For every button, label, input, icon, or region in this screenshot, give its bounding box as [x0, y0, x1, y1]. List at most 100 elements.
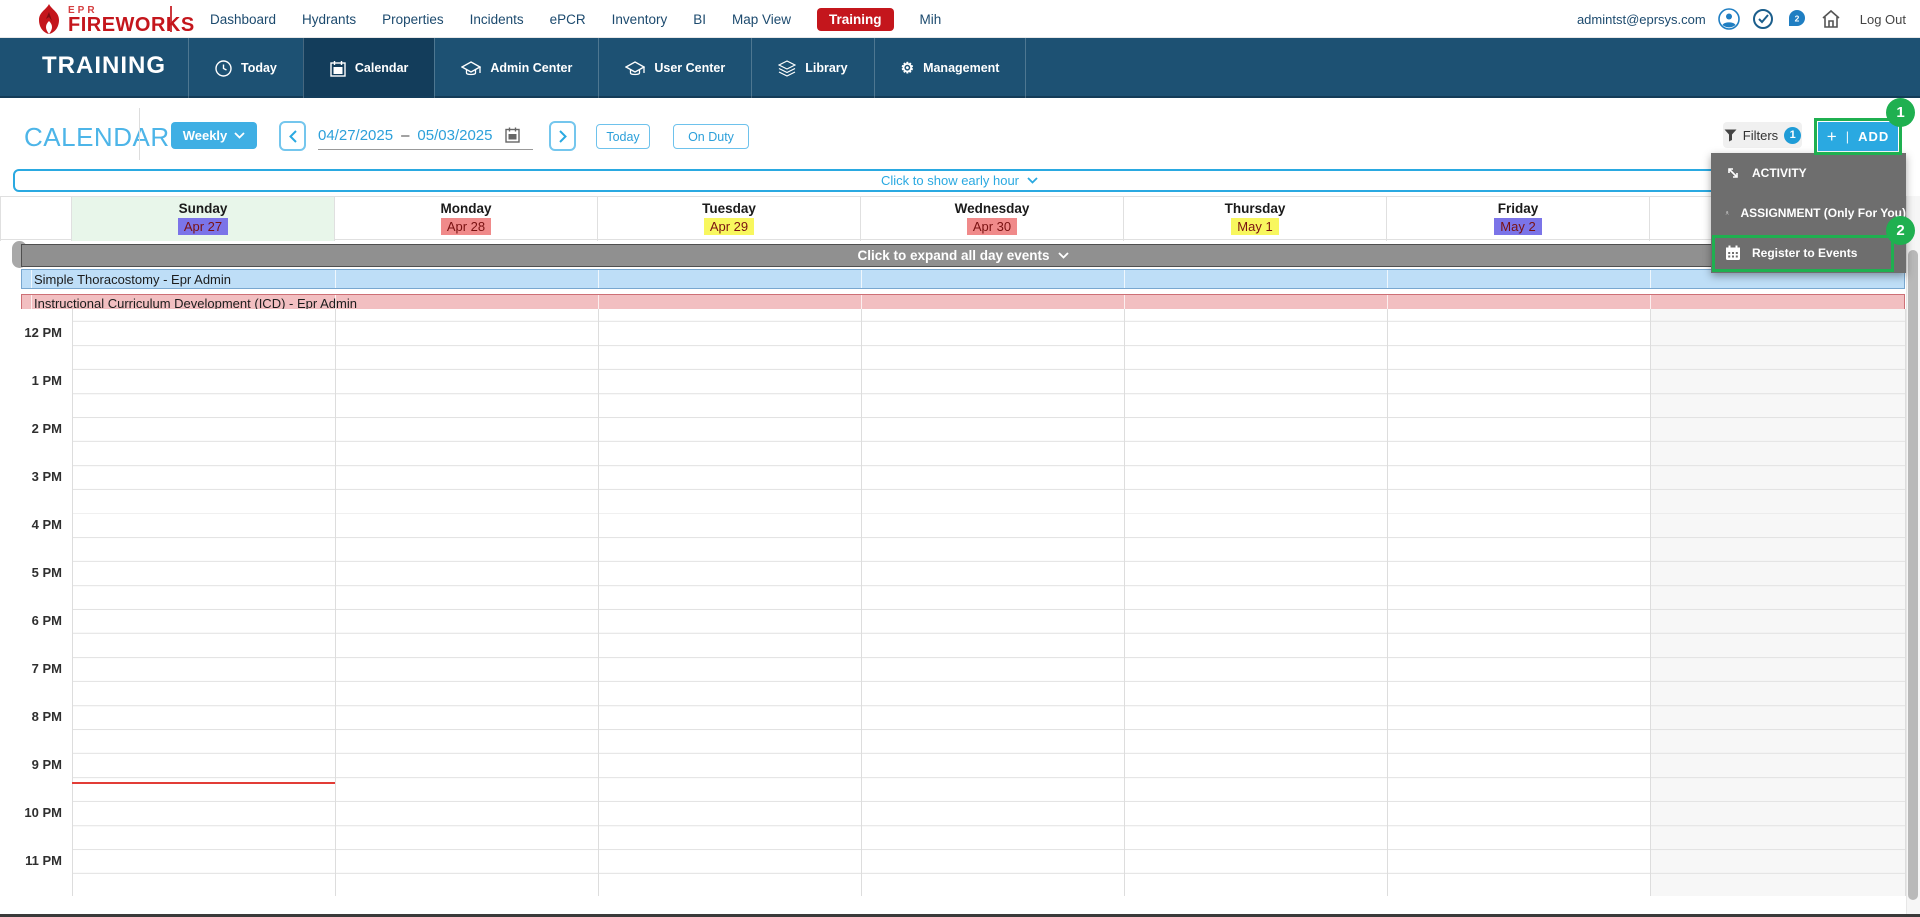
nav-item-incidents[interactable]: Incidents	[470, 12, 524, 27]
view-selector-dropdown[interactable]: Weekly	[171, 122, 257, 149]
today-button[interactable]: Today	[596, 124, 650, 149]
graduation-cap-icon	[461, 60, 482, 77]
home-icon[interactable]	[1820, 8, 1842, 30]
column-divider	[861, 309, 862, 896]
day-date-chip[interactable]: Apr 29	[703, 218, 755, 235]
hour-label-5pm: 5 PM	[31, 565, 62, 580]
day-header-sunday[interactable]: Sunday Apr 27	[72, 197, 335, 241]
page-title: CALENDAR	[24, 122, 170, 152]
hour-label-9pm: 9 PM	[31, 757, 62, 772]
chat-icon[interactable]: 2	[1786, 8, 1808, 30]
menu-item-activity[interactable]: ACTIVITY	[1711, 153, 1906, 193]
module-item-label: Library	[805, 61, 848, 75]
activity-arrows-icon	[1728, 168, 1738, 178]
chevron-down-icon	[234, 132, 245, 139]
logo-divider	[170, 6, 172, 32]
nav-item-map-view[interactable]: Map View	[732, 12, 791, 27]
day-date-chip[interactable]: May 2	[1494, 218, 1542, 235]
module-item-label: Today	[241, 61, 277, 75]
filters-button-label: Filters	[1742, 127, 1779, 143]
nav-item-properties[interactable]: Properties	[382, 12, 444, 27]
date-separator: –	[401, 126, 410, 144]
nav-item-hydrants[interactable]: Hydrants	[302, 12, 356, 27]
day-name: Tuesday	[702, 201, 756, 216]
check-circle-icon[interactable]	[1752, 8, 1774, 30]
clock-icon	[215, 59, 232, 77]
hour-label-2pm: 2 PM	[31, 421, 62, 436]
column-divider	[1387, 309, 1388, 896]
add-button-label: ADD	[1858, 129, 1890, 144]
expand-all-day-events-bar[interactable]: Click to expand all day events	[21, 244, 1905, 267]
nav-item-mih[interactable]: Mih	[920, 12, 942, 27]
add-button[interactable]: + | ADD	[1818, 122, 1898, 151]
day-header-wednesday[interactable]: Wednesday Apr 30	[861, 197, 1124, 241]
current-time-indicator	[72, 782, 335, 784]
nav-item-training[interactable]: Training	[817, 7, 894, 31]
menu-item-assignment[interactable]: ASSIGNMENT (Only For You)	[1711, 193, 1906, 233]
vertical-scrollbar-thumb[interactable]	[1908, 250, 1918, 900]
next-week-button[interactable]	[549, 121, 576, 151]
add-divider: |	[1845, 129, 1851, 144]
day-header-tuesday[interactable]: Tuesday Apr 29	[598, 197, 861, 241]
column-divider	[335, 309, 336, 896]
annotation-box-step2	[1712, 235, 1894, 272]
week-time-grid[interactable]: 12 PM 1 PM 2 PM 3 PM 4 PM 5 PM 6 PM 7 PM…	[0, 309, 1906, 896]
filters-count-badge: 1	[1784, 126, 1802, 144]
user-avatar-icon[interactable]	[1717, 8, 1740, 30]
view-selector-value: Weekly	[182, 128, 228, 143]
allday-event-icd[interactable]: Instructional Curriculum Development (IC…	[21, 294, 1905, 309]
module-item-label: User Center	[654, 61, 726, 75]
prev-week-button[interactable]	[279, 121, 306, 151]
module-item-library[interactable]: Library	[751, 38, 873, 98]
day-date-chip[interactable]: Apr 30	[966, 218, 1018, 235]
training-calendar-page: EPR FIREWORKS Dashboard Hydrants Propert…	[0, 0, 1920, 917]
nav-item-inventory[interactable]: Inventory	[612, 12, 668, 27]
day-date-chip[interactable]: May 1	[1231, 218, 1279, 235]
module-nav-bar: TRAINING Today Calendar Admin Center Use…	[0, 38, 1920, 98]
event-title: Simple Thoracostomy - Epr Admin	[34, 272, 231, 287]
hour-label-4pm: 4 PM	[31, 517, 62, 532]
annotation-step-2: 2	[1886, 216, 1915, 245]
nav-item-dashboard[interactable]: Dashboard	[210, 12, 276, 27]
hour-label-10pm: 10 PM	[24, 805, 62, 820]
date-end: 05/03/2025	[417, 126, 493, 144]
nav-item-bi[interactable]: BI	[693, 12, 706, 27]
calendar-icon	[330, 60, 346, 77]
module-item-management[interactable]: ⚙ Management	[873, 38, 1027, 98]
person-icon	[1725, 211, 1729, 215]
filters-button[interactable]: Filters 1	[1723, 122, 1802, 148]
annotation-step-2-number: 2	[1896, 222, 1905, 239]
day-header-thursday[interactable]: Thursday May 1	[1124, 197, 1387, 241]
day-name: Wednesday	[954, 201, 1030, 216]
chevron-down-icon	[1057, 252, 1069, 259]
day-header-friday[interactable]: Friday May 2	[1387, 197, 1650, 241]
module-nav-items: Today Calendar Admin Center User Center	[188, 38, 1027, 98]
hour-label-3pm: 3 PM	[31, 469, 62, 484]
day-name: Thursday	[1224, 201, 1286, 216]
on-duty-button[interactable]: On Duty	[673, 124, 749, 149]
on-duty-button-label: On Duty	[688, 129, 734, 144]
day-date-chip[interactable]: Apr 28	[440, 218, 492, 235]
column-divider	[598, 309, 599, 896]
layers-icon	[778, 59, 797, 77]
plus-icon: +	[1826, 126, 1838, 146]
day-name: Sunday	[178, 201, 228, 216]
nav-item-epcr[interactable]: ePCR	[550, 12, 586, 27]
day-header-monday[interactable]: Monday Apr 28	[335, 197, 598, 241]
log-out-button[interactable]: Log Out	[1860, 12, 1906, 27]
show-early-hour-bar[interactable]: Click to show early hour	[13, 169, 1906, 192]
day-date-chip[interactable]: Apr 27	[177, 218, 229, 235]
allday-event-simple-thoracostomy[interactable]: Simple Thoracostomy - Epr Admin	[21, 269, 1905, 289]
time-gutter-header	[0, 197, 72, 241]
expand-all-day-label: Click to expand all day events	[857, 248, 1050, 263]
show-early-hour-label: Click to show early hour	[881, 173, 1019, 188]
date-picker-calendar-icon[interactable]	[504, 127, 520, 143]
module-item-user-center[interactable]: User Center	[598, 38, 751, 98]
module-item-admin-center[interactable]: Admin Center	[434, 38, 598, 98]
hour-label-6pm: 6 PM	[31, 613, 62, 628]
date-range-picker[interactable]: 04/27/2025 – 05/03/2025	[318, 121, 533, 150]
module-item-calendar[interactable]: Calendar	[302, 38, 435, 98]
flame-logo-icon	[36, 4, 62, 34]
menu-item-label: ASSIGNMENT (Only For You)	[1740, 206, 1906, 220]
module-item-today[interactable]: Today	[188, 38, 303, 98]
